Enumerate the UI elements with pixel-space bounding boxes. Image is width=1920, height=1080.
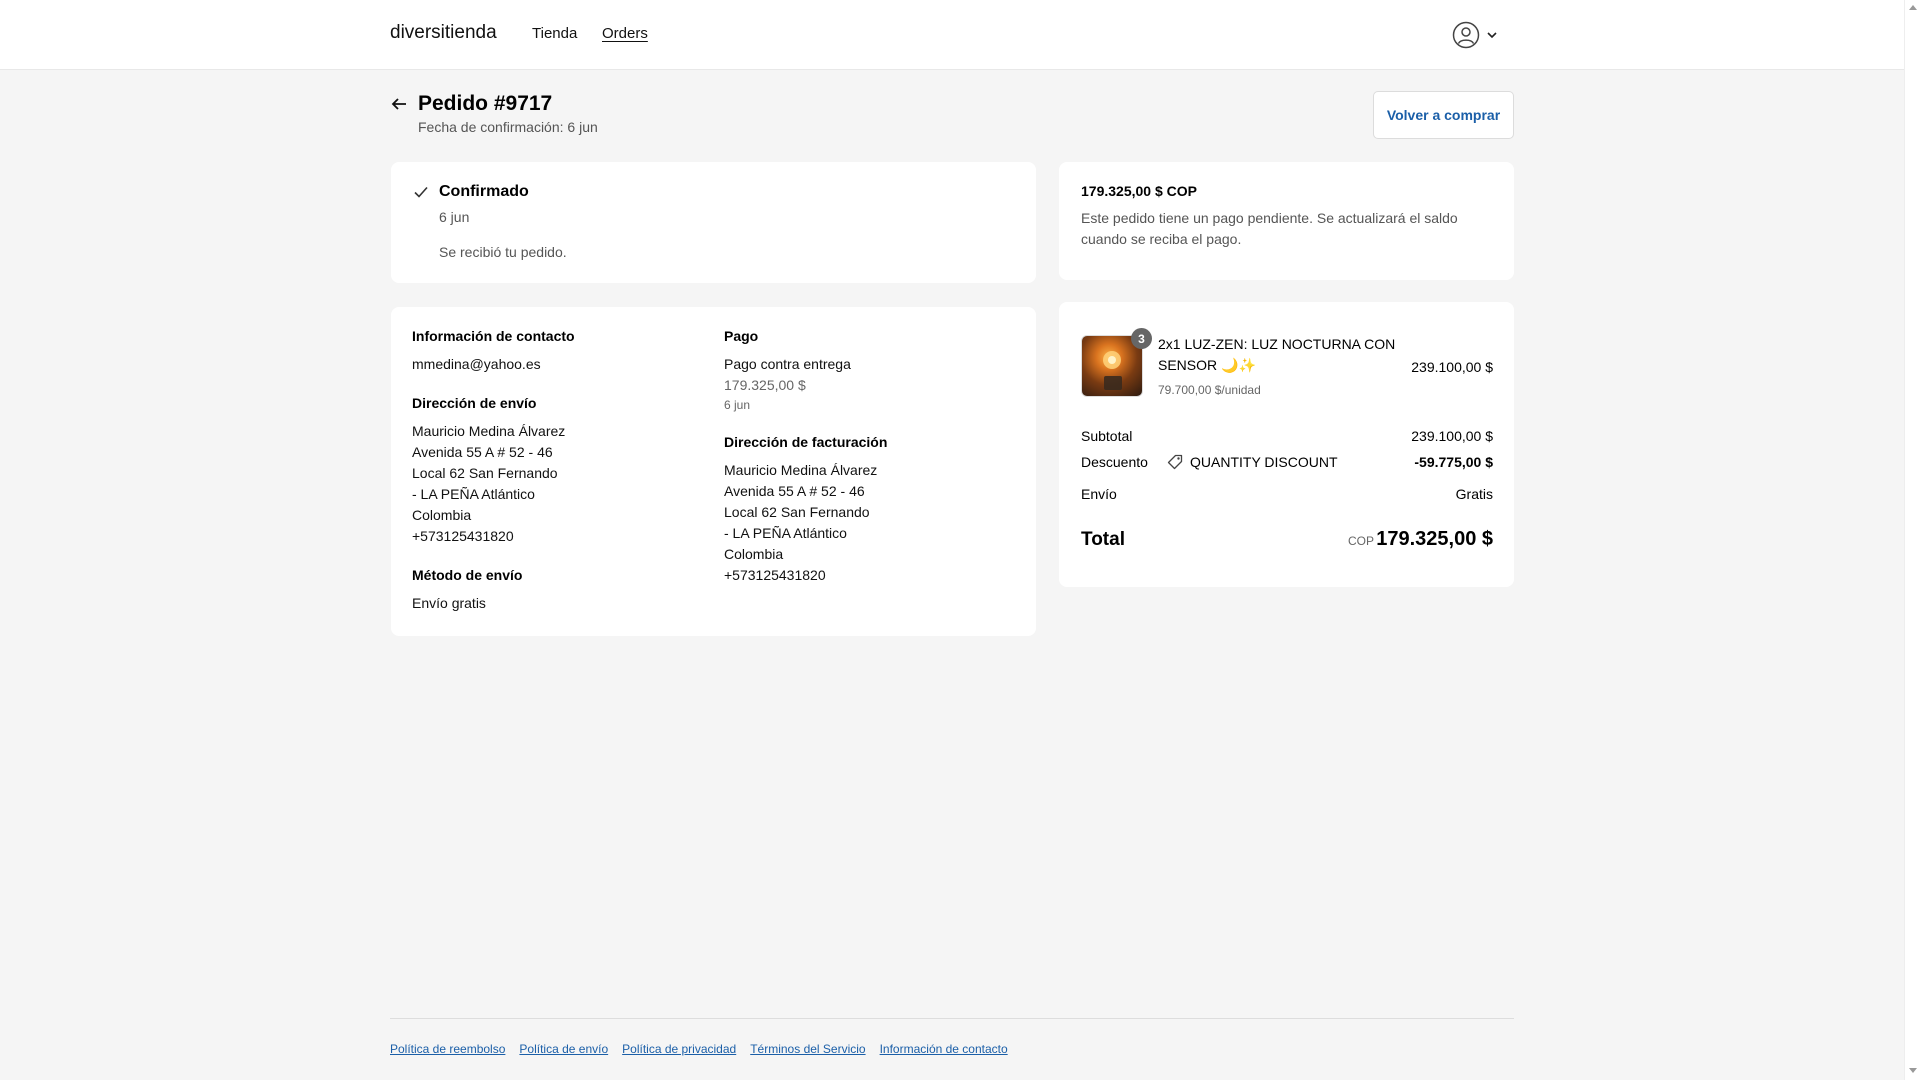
scroll-up-arrow-icon[interactable]	[1909, 5, 1917, 10]
shipping-label: Envío	[1081, 486, 1117, 502]
total-currency: COP	[1347, 534, 1374, 548]
shipping-address-line: Colombia	[412, 507, 472, 523]
pending-amount: 179.325,00 $ COP	[1081, 183, 1197, 199]
discount-label: Descuento	[1081, 454, 1148, 470]
shipping-address-line: Avenida 55 A # 52 - 46	[412, 444, 553, 460]
shipping-address-line: Mauricio Medina Álvarez	[412, 423, 566, 439]
order-summary-card: 3 2x1 LUZ-ZEN: LUZ NOCTURNA CON SENSOR 🌙…	[1059, 302, 1514, 587]
discount-code: QUANTITY DISCOUNT	[1190, 454, 1338, 470]
order-status-card: Confirmado 6 jun Se recibió tu pedido.	[391, 162, 1036, 283]
store-brand[interactable]: diversitienda	[390, 22, 497, 44]
payment-section: Pago Pago contra entrega 179.325,00 $ 6 …	[724, 327, 1014, 414]
shipping-method-heading: Método de envío	[412, 567, 523, 583]
vertical-scrollbar[interactable]	[1904, 0, 1920, 1080]
order-page: diversitienda Tienda Orders Pedido #9717…	[0, 0, 1904, 1080]
product-line-price: 239.100,00 $	[1411, 359, 1493, 375]
user-circle-icon	[1452, 21, 1480, 49]
payment-method: Pago contra entrega	[724, 356, 851, 372]
chevron-down-icon	[1487, 32, 1497, 39]
footer-link-privacy-policy[interactable]: Política de privacidad	[622, 1042, 736, 1056]
total-value: 179.325,00 $	[1376, 528, 1493, 550]
shipping-method-section: Método de envío Envío gratis	[412, 566, 702, 614]
details-right-column: Pago Pago contra entrega 179.325,00 $ 6 …	[724, 327, 1014, 605]
nav-link-tienda[interactable]: Tienda	[532, 25, 577, 42]
contact-section: Información de contacto mmedina@yahoo.es	[412, 327, 702, 375]
account-menu-button[interactable]	[1452, 20, 1508, 50]
top-navigation-bar: diversitienda Tienda Orders	[0, 0, 1904, 70]
status-date: 6 jun	[439, 209, 470, 225]
subtotal-value: 239.100,00 $	[1411, 428, 1493, 444]
billing-address-section: Dirección de facturación Mauricio Medina…	[724, 433, 1014, 586]
billing-address-line: - LA PEÑA Atlántico	[724, 525, 847, 541]
pending-payment-card: 179.325,00 $ COP Este pedido tiene un pa…	[1059, 162, 1514, 280]
footer-link-terms-of-service[interactable]: Términos del Servicio	[750, 1042, 865, 1056]
discount-value: -59.775,00 $	[1414, 454, 1493, 470]
billing-address-line: +573125431820	[724, 567, 826, 583]
order-confirmation-date: Fecha de confirmación: 6 jun	[418, 119, 598, 135]
billing-address-line: Mauricio Medina Álvarez	[724, 462, 878, 478]
tag-icon	[1167, 454, 1183, 470]
billing-address-line: Colombia	[724, 546, 784, 562]
footer-link-refund-policy[interactable]: Política de reembolso	[390, 1042, 505, 1056]
shipping-address-line: +573125431820	[412, 528, 514, 544]
contact-heading: Información de contacto	[412, 328, 575, 344]
contact-email: mmedina@yahoo.es	[412, 356, 541, 372]
shipping-method-value: Envío gratis	[412, 595, 486, 611]
status-message: Se recibió tu pedido.	[439, 244, 567, 260]
subtotal-label: Subtotal	[1081, 428, 1133, 444]
payment-heading: Pago	[724, 328, 759, 344]
back-arrow-icon[interactable]	[390, 95, 408, 113]
footer-divider	[390, 1018, 1514, 1019]
scroll-down-arrow-icon[interactable]	[1909, 1068, 1917, 1073]
billing-address-line: Avenida 55 A # 52 - 46	[724, 483, 865, 499]
payment-amount: 179.325,00 $	[724, 377, 806, 393]
shipping-address-line: - LA PEÑA Atlántico	[412, 486, 535, 502]
billing-address-line: Local 62 San Fernando	[724, 504, 870, 520]
status-title: Confirmado	[439, 183, 529, 200]
shipping-address-section: Dirección de envío Mauricio Medina Álvar…	[412, 394, 702, 547]
nav-link-orders[interactable]: Orders	[602, 25, 648, 42]
check-icon	[414, 186, 428, 198]
footer-links: Política de reembolso Política de envío …	[390, 1042, 1008, 1056]
footer-link-contact-info[interactable]: Información de contacto	[880, 1042, 1008, 1056]
buy-again-button[interactable]: Volver a comprar	[1373, 91, 1514, 139]
billing-address-heading: Dirección de facturación	[724, 434, 888, 450]
order-title: Pedido #9717	[418, 92, 553, 115]
shipping-value: Gratis	[1455, 486, 1493, 502]
details-left-column: Información de contacto mmedina@yahoo.es…	[412, 327, 702, 633]
shipping-address-line: Local 62 San Fernando	[412, 465, 558, 481]
footer-link-shipping-policy[interactable]: Política de envío	[519, 1042, 608, 1056]
product-name: 2x1 LUZ-ZEN: LUZ NOCTURNA CON SENSOR 🌙✨	[1158, 336, 1396, 373]
pending-message: Este pedido tiene un pago pendiente. Se …	[1081, 210, 1458, 247]
order-details-card: Información de contacto mmedina@yahoo.es…	[391, 307, 1036, 636]
payment-date: 6 jun	[724, 398, 751, 412]
product-unit-price: 79.700,00 $/unidad	[1158, 383, 1261, 397]
total-label: Total	[1081, 529, 1125, 550]
shipping-address-heading: Dirección de envío	[412, 395, 537, 411]
quantity-badge: 3	[1131, 328, 1152, 349]
